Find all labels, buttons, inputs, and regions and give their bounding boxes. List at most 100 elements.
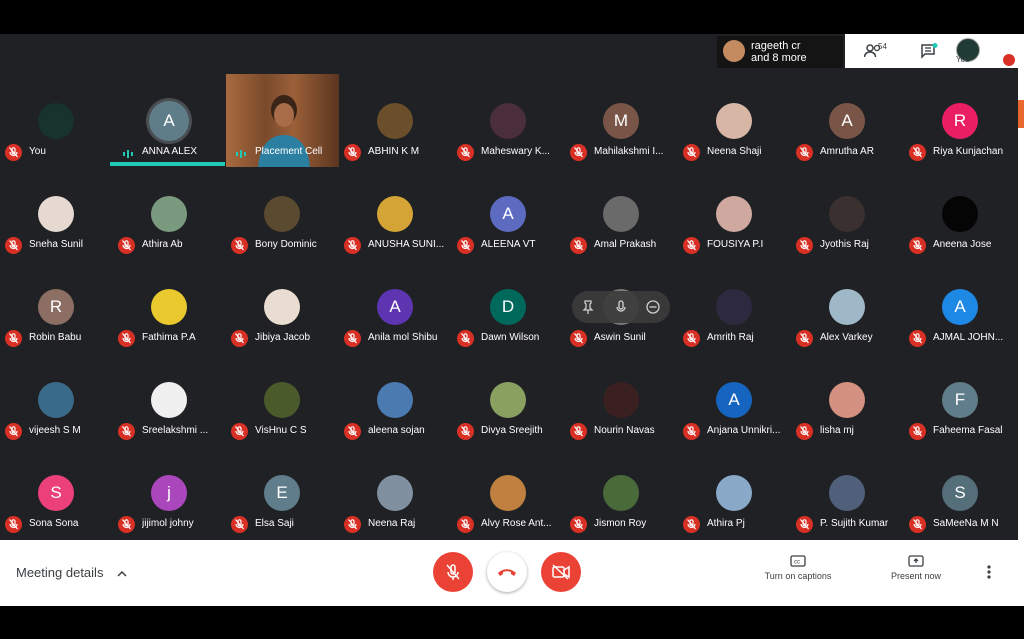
participant-avatar: A	[829, 103, 865, 139]
side-accent	[1018, 100, 1024, 128]
participant-tile[interactable]: A Amrutha AR	[791, 74, 904, 167]
participant-tile[interactable]: Aneena Jose	[904, 167, 1017, 260]
participant-tile[interactable]: E Elsa Saji	[226, 446, 339, 539]
participant-tile[interactable]: Neena Shaji	[678, 74, 791, 167]
participant-avatar	[377, 382, 413, 418]
participant-tile[interactable]: lisha mj	[791, 353, 904, 446]
participant-tile[interactable]: vijeesh S M	[0, 353, 113, 446]
participant-tile[interactable]: j jijimol johny	[113, 446, 226, 539]
participant-tile[interactable]: S SaMeeNa M N	[904, 446, 1017, 539]
participant-tile[interactable]: Nourin Navas	[565, 353, 678, 446]
mic-off-icon	[570, 330, 587, 347]
participant-tile[interactable]: Divya Sreejith	[452, 353, 565, 446]
mic-off-icon	[457, 423, 474, 440]
tile-hover-controls[interactable]	[572, 291, 670, 323]
participant-tile[interactable]: Alvy Rose Ant...	[452, 446, 565, 539]
participant-tile[interactable]: D Dawn Wilson	[452, 260, 565, 353]
participant-avatar	[151, 289, 187, 325]
participant-tile[interactable]: A Anila mol Shibu	[339, 260, 452, 353]
participant-name: Elsa Saji	[255, 518, 294, 529]
participant-tile[interactable]: Athira Ab	[113, 167, 226, 260]
participant-tile[interactable]: A AJMAL JOHN...	[904, 260, 1017, 353]
participant-tile[interactable]: R Riya Kunjachan	[904, 74, 1017, 167]
mic-off-icon	[231, 237, 248, 254]
mic-off-icon	[231, 330, 248, 347]
participant-tile[interactable]: You	[0, 74, 113, 167]
mic-off-icon	[457, 144, 474, 161]
pin-icon[interactable]	[582, 300, 594, 314]
mic-off-icon	[683, 237, 700, 254]
mic-off-icon	[909, 516, 926, 533]
participant-tile[interactable]: Fathima P.A	[113, 260, 226, 353]
participant-tile[interactable]: aleena sojan	[339, 353, 452, 446]
chevron-up-icon	[117, 570, 127, 577]
participant-tile[interactable]: M Mahilakshmi I...	[565, 74, 678, 167]
participant-name: Jibiya Jacob	[255, 332, 311, 343]
participant-name: Aneena Jose	[933, 239, 992, 250]
participant-avatar	[716, 475, 752, 511]
participant-tile[interactable]: Sreelakshmi ...	[113, 353, 226, 446]
meeting-details-button[interactable]: Meeting details	[16, 565, 127, 580]
mute-participant-icon[interactable]	[614, 300, 628, 314]
chat-button[interactable]	[901, 34, 957, 68]
participant-tile[interactable]: A ALEENA VT	[452, 167, 565, 260]
participant-name: Fathima P.A	[142, 332, 196, 343]
mic-off-icon	[5, 144, 22, 161]
mic-off-icon	[909, 144, 926, 161]
svg-text:cc: cc	[794, 560, 800, 566]
present-now-button[interactable]: Present now	[871, 555, 961, 581]
participant-avatar	[151, 196, 187, 232]
participant-tile[interactable]: Jibiya Jacob	[226, 260, 339, 353]
participant-tile[interactable]: Alex Varkey	[791, 260, 904, 353]
mic-off-icon	[344, 237, 361, 254]
presenting-chip[interactable]: rageeth cr and 8 more	[717, 36, 843, 68]
participant-tile[interactable]: Amal Prakash	[565, 167, 678, 260]
participant-avatar: E	[264, 475, 300, 511]
participant-tile[interactable]: Maheswary K...	[452, 74, 565, 167]
mic-off-icon	[909, 330, 926, 347]
mic-off-icon	[683, 423, 700, 440]
participant-avatar	[264, 196, 300, 232]
participant-tile[interactable]: Neena Raj	[339, 446, 452, 539]
participant-avatar	[603, 475, 639, 511]
mic-off-icon	[5, 330, 22, 347]
participant-name: Divya Sreejith	[481, 425, 543, 436]
remove-participant-icon[interactable]	[646, 300, 660, 314]
mic-toggle-button[interactable]	[433, 552, 473, 592]
participant-avatar	[38, 382, 74, 418]
participant-tile[interactable]: Athira Pj	[678, 446, 791, 539]
participant-tile[interactable]: VisHnu C S	[226, 353, 339, 446]
mic-off-icon	[570, 516, 587, 533]
participant-tile[interactable]: S Sona Sona	[0, 446, 113, 539]
participant-name: Athira Pj	[707, 518, 745, 529]
participant-tile[interactable]: F Faheema Fasal	[904, 353, 1017, 446]
participant-tile[interactable]: Amrith Raj	[678, 260, 791, 353]
participant-tile[interactable]: R Robin Babu	[0, 260, 113, 353]
participant-avatar	[716, 196, 752, 232]
participant-tile[interactable]: A ANNA ALEX	[113, 74, 226, 167]
people-button[interactable]: 54	[845, 34, 901, 68]
mic-off-icon	[457, 330, 474, 347]
leave-call-button[interactable]	[487, 552, 527, 592]
participant-tile[interactable]: FOUSIYA P.I	[678, 167, 791, 260]
camera-toggle-button[interactable]	[541, 552, 581, 592]
presenter-avatar	[723, 40, 745, 62]
participant-tile[interactable]: Bony Dominic	[226, 167, 339, 260]
mic-off-icon	[796, 330, 813, 347]
participant-tile[interactable]: ABHIN K M	[339, 74, 452, 167]
participant-tile[interactable]: A Anjana Unnikri...	[678, 353, 791, 446]
captions-button[interactable]: cc Turn on captions	[753, 555, 843, 581]
participant-avatar: R	[942, 103, 978, 139]
participant-tile[interactable]: Jismon Roy	[565, 446, 678, 539]
participant-tile[interactable]: Jyothis Raj	[791, 167, 904, 260]
hangup-icon	[498, 569, 516, 576]
present-icon	[908, 555, 924, 567]
participant-tile[interactable]: Placement Cell	[226, 74, 339, 167]
participant-tile[interactable]: ANUSHA SUNI...	[339, 167, 452, 260]
mic-off-icon	[909, 237, 926, 254]
mic-off-icon	[570, 144, 587, 161]
participant-tile[interactable]: Sneha Sunil	[0, 167, 113, 260]
participant-name: Anila mol Shibu	[368, 332, 438, 343]
more-options-button[interactable]	[987, 565, 991, 584]
participant-tile[interactable]: P. Sujith Kumar	[791, 446, 904, 539]
